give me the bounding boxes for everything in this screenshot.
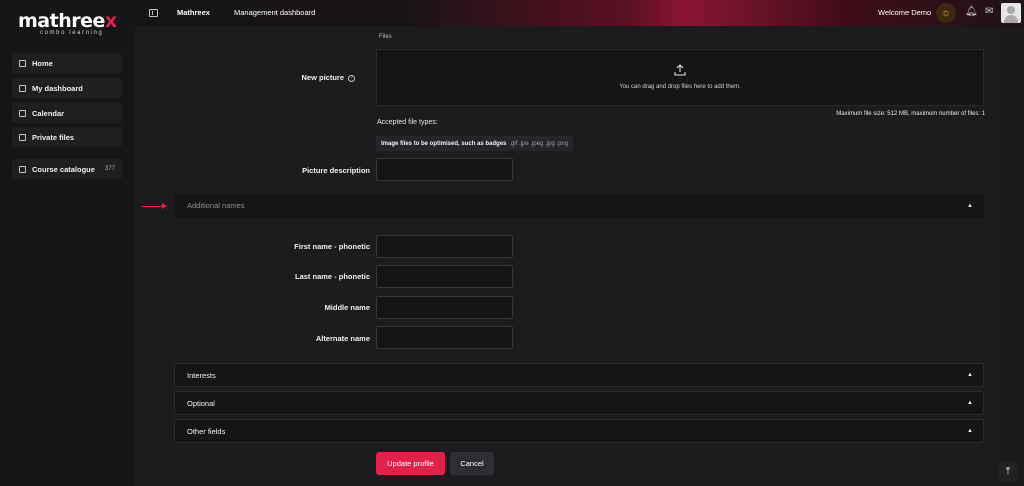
- management-dashboard-link[interactable]: Management dashboard: [234, 8, 315, 17]
- course-count-badge: 377: [104, 166, 115, 172]
- sidebar-item-label: Calendar: [32, 108, 65, 118]
- sidebar-item-label: Private files: [32, 132, 75, 142]
- accepted-types-badge: Image files to be optimised, such as bad…: [376, 136, 574, 151]
- upload-icon: [674, 64, 686, 76]
- section-optional[interactable]: Optional ▲: [174, 391, 984, 415]
- middle-name-input[interactable]: [376, 296, 513, 319]
- sidebar-item-private-files[interactable]: Private files: [12, 127, 122, 147]
- caret-up-icon: ▲: [967, 400, 973, 406]
- alternate-name-input[interactable]: [376, 326, 513, 349]
- help-icon[interactable]: ?: [348, 75, 355, 82]
- new-picture-label: New picture?: [255, 73, 355, 82]
- sidebar-item-label: My dashboard: [32, 83, 83, 93]
- caret-up-icon: ▲: [967, 202, 973, 209]
- site-logo[interactable]: mathreex combo learning: [18, 12, 122, 38]
- update-profile-button[interactable]: Update profile: [376, 452, 445, 475]
- file-dropzone[interactable]: You can drag and drop files here to add …: [376, 49, 984, 106]
- caret-up-icon: ▲: [967, 428, 973, 434]
- last-name-phonetic-label: Last name - phonetic: [294, 272, 370, 281]
- section-additional-names[interactable]: Additional names ▲: [174, 194, 984, 217]
- sidebar-item-home[interactable]: Home: [12, 53, 122, 73]
- site-name-link[interactable]: Mathreex: [177, 8, 210, 17]
- arrow-head-icon: [162, 203, 167, 209]
- sidebar-item-label: Home: [32, 58, 53, 68]
- section-other-fields[interactable]: Other fields ▲: [174, 419, 984, 443]
- dropzone-text: You can drag and drop files here to add …: [619, 84, 741, 90]
- sidebar-item-dashboard[interactable]: My dashboard: [12, 78, 122, 98]
- back-to-top-icon[interactable]: ⤒: [998, 462, 1018, 482]
- picture-description-label: Picture description: [302, 166, 370, 175]
- cancel-button[interactable]: Cancel: [450, 452, 494, 475]
- sidebar: mathreex combo learning Home My dashboar…: [0, 0, 135, 486]
- alternate-name-label: Alternate name: [315, 334, 370, 343]
- welcome-text: Welcome Demo: [878, 8, 932, 17]
- section-interests[interactable]: Interests ▲: [174, 363, 984, 387]
- catalogue-icon: [19, 165, 26, 173]
- bell-icon[interactable]: 🔔︎: [965, 6, 978, 17]
- logo-wordmark: mathreex: [18, 10, 117, 32]
- sidebar-item-course-catalogue[interactable]: Course catalogue 377: [12, 159, 122, 179]
- middle-name-label: Middle name: [324, 303, 370, 312]
- sidebar-item-label: Course catalogue: [32, 164, 95, 174]
- top-navbar: Mathreex Management dashboard Welcome De…: [135, 0, 1024, 26]
- calendar-icon: [19, 109, 26, 117]
- files-label: Files: [379, 34, 392, 40]
- drawer-toggle-icon[interactable]: [149, 9, 158, 17]
- main-content: Files New picture? You can drag and drop…: [135, 26, 997, 486]
- accepted-types-label: Accepted file types:: [377, 119, 438, 126]
- picture-description-input[interactable]: [376, 158, 513, 181]
- arrow-indicator: [142, 206, 164, 207]
- sun-icon[interactable]: ☼: [936, 3, 956, 23]
- sidebar-item-calendar[interactable]: Calendar: [12, 103, 122, 123]
- last-name-phonetic-input[interactable]: [376, 265, 513, 288]
- dashboard-icon: [19, 84, 26, 92]
- max-file-size-text: Maximum file size: 512 MB, maximum numbe…: [836, 111, 985, 117]
- chat-icon[interactable]: ✉︎: [985, 6, 993, 17]
- caret-up-icon: ▲: [967, 372, 973, 378]
- home-icon: [19, 59, 26, 67]
- avatar[interactable]: [1001, 3, 1021, 23]
- first-name-phonetic-input[interactable]: [376, 235, 513, 258]
- file-icon: [19, 133, 26, 141]
- first-name-phonetic-label: First name - phonetic: [294, 242, 370, 251]
